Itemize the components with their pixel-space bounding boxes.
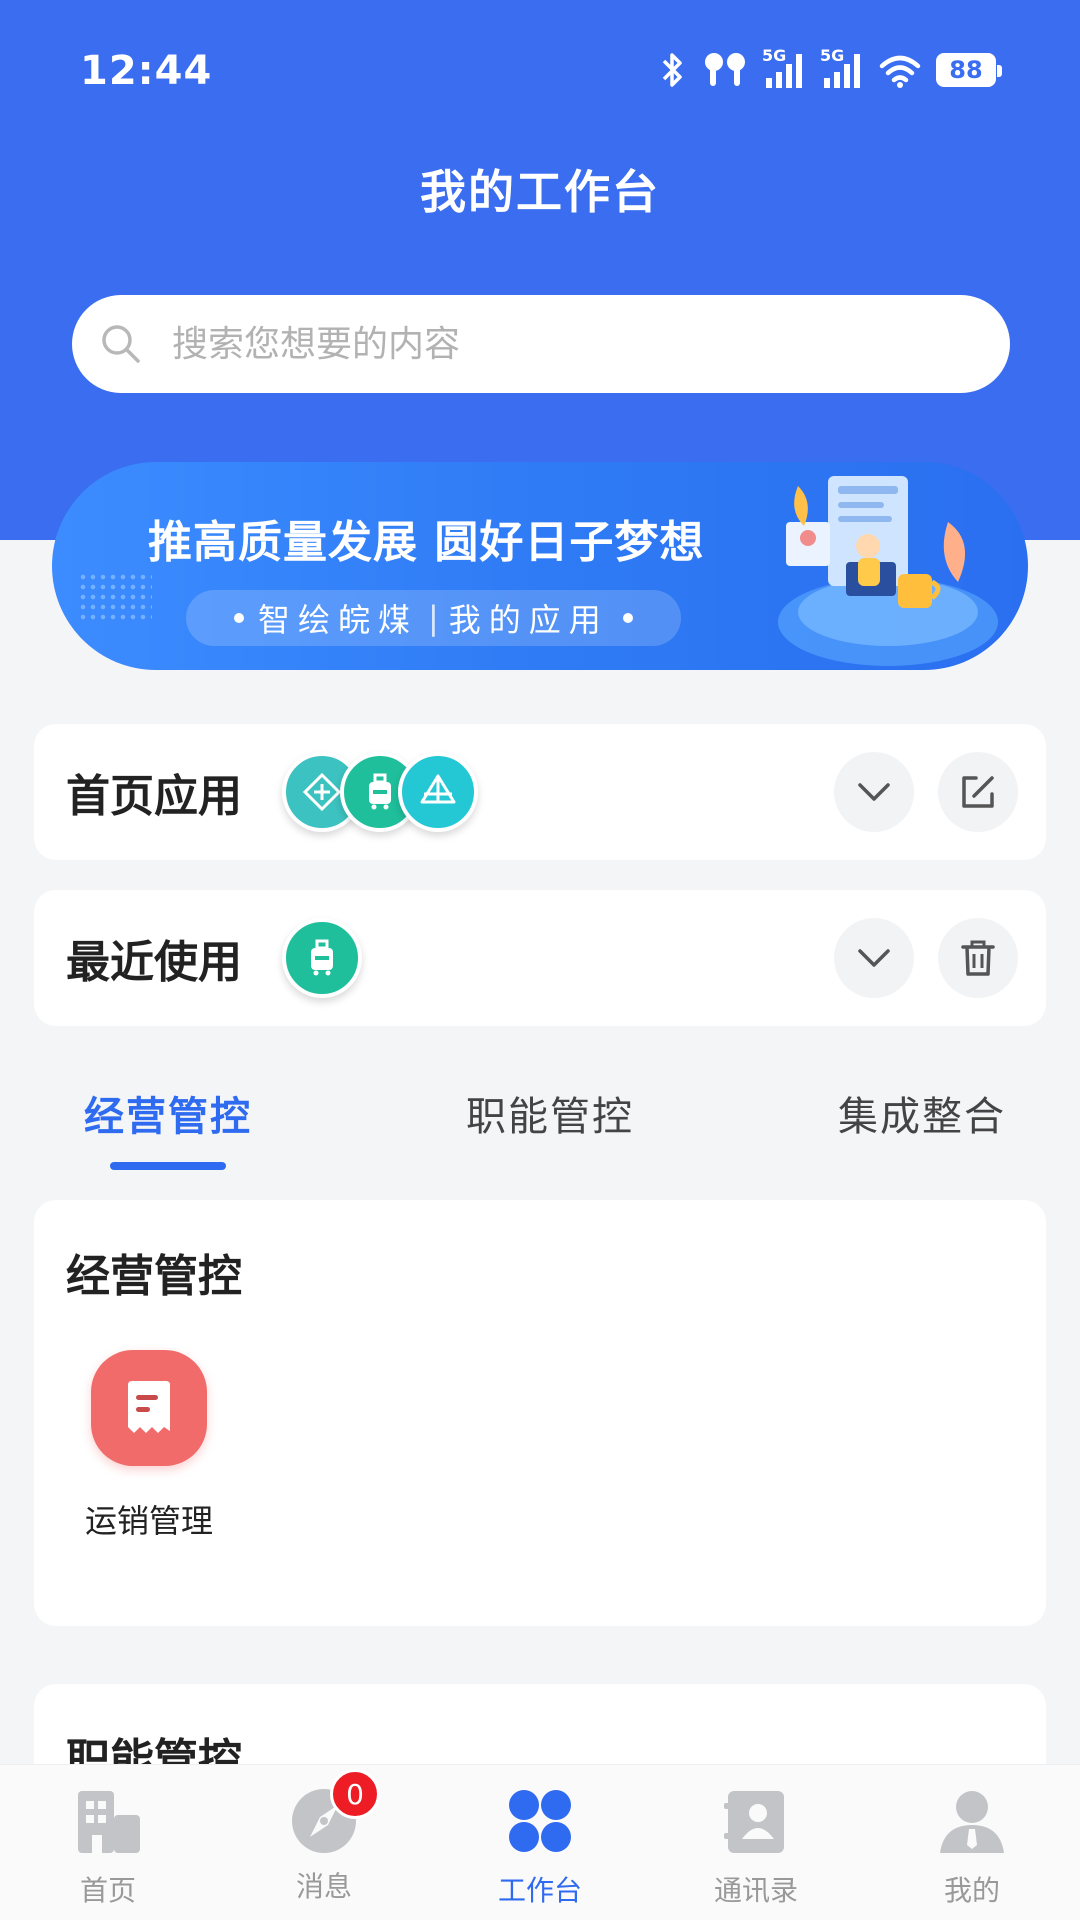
banner-tag-separator: |: [428, 599, 439, 637]
status-time: 12:44: [80, 48, 213, 94]
home-apps-expand-button[interactable]: [834, 752, 914, 832]
nav-messages[interactable]: 0 消息: [254, 1769, 394, 1905]
receipt-icon: [128, 1381, 170, 1433]
app-tile-icon: [91, 1350, 207, 1466]
nav-label: 我的: [943, 1874, 1000, 1907]
banner-dot-pattern: [78, 572, 152, 622]
nav-contacts[interactable]: 通讯录: [686, 1785, 826, 1909]
luggage-icon: [369, 773, 391, 810]
chevron-down-icon: [858, 949, 890, 967]
pyramid-icon: [420, 774, 456, 804]
tab-operations[interactable]: 经营管控: [84, 1084, 252, 1142]
workbench-page: 12:44 5G 5G 88 我的工作台 搜索您想要的内容 推高质量发展 圆好日…: [0, 0, 1080, 1920]
battery-icon: 88: [936, 53, 1002, 87]
operations-section: 经营管控 运销管理: [34, 1200, 1046, 1626]
status-bar: 12:44 5G 5G 88: [0, 0, 1080, 140]
earbuds-icon: [705, 53, 745, 86]
building-icon: [78, 1791, 140, 1853]
banner-tag-left: 智绘皖煤: [258, 601, 419, 639]
trash-icon: [961, 940, 995, 976]
recent-expand-button[interactable]: [834, 918, 914, 998]
recent-apps-card[interactable]: 最近使用: [34, 890, 1046, 1026]
luggage-icon: [311, 939, 333, 976]
recent-apps-stack[interactable]: [282, 918, 502, 998]
recent-delete-button[interactable]: [938, 918, 1018, 998]
nav-label: 通讯录: [713, 1874, 798, 1907]
search-icon: [102, 325, 140, 363]
nav-home[interactable]: 首页: [38, 1785, 178, 1909]
home-apps-card[interactable]: 首页应用: [34, 724, 1046, 860]
recent-apps-title: 最近使用: [66, 937, 242, 988]
active-tab-indicator: [110, 1162, 226, 1170]
signal-group-1: 5G: [762, 46, 806, 90]
nav-label: 首页: [79, 1874, 136, 1907]
diamond-plus-icon: [302, 772, 342, 812]
nav-workbench[interactable]: 工作台: [470, 1785, 610, 1909]
category-tabs: 经营管控 职能管控 集成整合: [0, 1050, 1080, 1180]
banner-dot: [234, 613, 244, 623]
banner-dot: [622, 613, 633, 623]
message-badge: 0: [330, 1769, 380, 1819]
user-icon: [940, 1791, 1004, 1853]
office-illustration: [778, 476, 998, 666]
grid-icon: [509, 1790, 571, 1852]
wifi-icon: [879, 55, 921, 88]
search-bar[interactable]: [72, 295, 1010, 393]
app-tile-sales-transport[interactable]: 运销管理: [74, 1350, 224, 1542]
battery-level: 88: [949, 56, 983, 84]
home-app[interactable]: [398, 752, 478, 832]
bluetooth-icon: [662, 53, 682, 87]
tab-functions[interactable]: 职能管控: [466, 1084, 634, 1142]
app-tile-label: 运销管理: [84, 1502, 213, 1540]
banner-headline: 推高质量发展 圆好日子梦想: [148, 517, 705, 568]
banner-tag-right: 我的应用: [448, 601, 609, 639]
nav-profile[interactable]: 我的: [902, 1785, 1042, 1909]
section-title: 经营管控: [66, 1251, 242, 1302]
nav-label: 消息: [295, 1870, 352, 1903]
nav-label: 工作台: [497, 1874, 582, 1907]
home-apps-title: 首页应用: [66, 771, 242, 822]
nav-icon-wrap: 0: [288, 1769, 380, 1857]
contacts-icon: [724, 1791, 784, 1853]
recent-app[interactable]: [282, 918, 362, 998]
signal-icon: [766, 54, 802, 88]
bottom-nav: 首页 0 消息 工作台 通讯录 我的: [0, 1764, 1080, 1920]
home-apps-edit-button[interactable]: [938, 752, 1018, 832]
signal-icon: [824, 54, 860, 88]
home-apps-stack[interactable]: [282, 752, 502, 832]
status-icons: 5G 5G 88: [658, 46, 1002, 90]
page-title: 我的工作台: [420, 165, 660, 219]
chevron-down-icon: [858, 783, 890, 801]
banner-tagline: 智绘皖煤 | 我的应用: [186, 590, 681, 646]
signal-group-2: 5G: [820, 46, 864, 90]
tab-integration[interactable]: 集成整合: [838, 1084, 1006, 1142]
edit-icon: [962, 776, 994, 808]
promo-banner[interactable]: 推高质量发展 圆好日子梦想 智绘皖煤 | 我的应用: [52, 462, 1028, 670]
search-input[interactable]: [172, 323, 952, 365]
